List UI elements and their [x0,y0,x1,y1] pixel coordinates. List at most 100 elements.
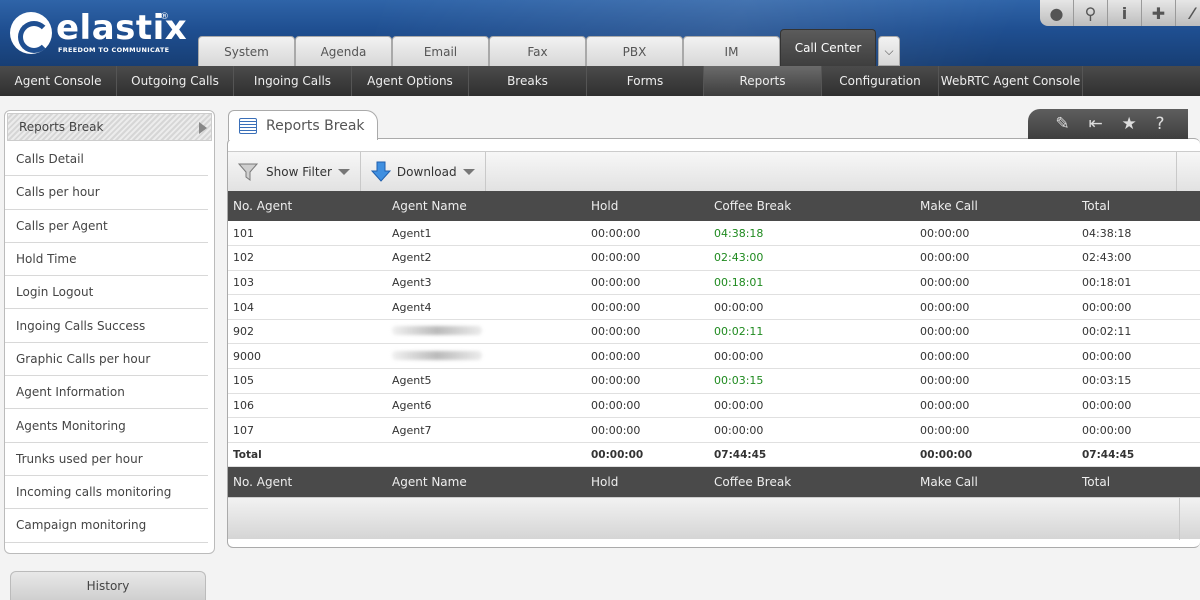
nav-item-configuration[interactable]: Configuration [822,66,939,96]
table-cell: 00:00:00 [586,417,709,443]
table-cell: 102 [228,245,387,271]
sidebar-item-reports-break[interactable]: Reports Break [7,113,212,141]
column-header-make-call[interactable]: Make Call [915,466,1077,497]
nav-item-reports[interactable]: Reports [704,66,822,96]
drop-icon[interactable]: ● [1040,0,1074,26]
nav-item-agent-console[interactable]: Agent Console [0,66,117,96]
sidebar-item-graphic-calls-per-hour[interactable]: Graphic Calls per hour [5,343,208,377]
more-modules-chevron-icon[interactable]: ⌵ [878,36,900,66]
total-cell: 00:00:00 [915,442,1077,468]
elastix-logo[interactable]: elastix ® FREEDOM TO COMMUNICATE [8,8,188,60]
sidebar-item-agents-monitoring[interactable]: Agents Monitoring [5,409,208,443]
table-cell: Agent4 [387,294,586,320]
column-header-hold[interactable]: Hold [586,191,709,221]
table-cell: 105 [228,368,387,394]
table-cell: 00:00:00 [915,417,1077,443]
column-header-total[interactable]: Total [1077,466,1200,497]
module-tab-email[interactable]: Email [392,36,489,66]
show-filter-label: Show Filter [266,164,332,179]
nav-item-webrtc-agent-console[interactable]: WebRTC Agent Console [939,66,1083,96]
column-header-agent-name[interactable]: Agent Name [387,466,586,497]
column-header-no-agent[interactable]: No. Agent [228,466,387,497]
column-header-coffee-break[interactable]: Coffee Break [709,466,915,497]
module-tab-agenda[interactable]: Agenda [295,36,392,66]
column-header-agent-name[interactable]: Agent Name [387,191,586,221]
nav-item-forms[interactable]: Forms [587,66,704,96]
module-tab-system[interactable]: System [198,36,295,66]
help-icon[interactable]: ? [1156,114,1165,134]
download-button[interactable]: Download [361,151,486,192]
collapse-icon[interactable]: ⇤ [1088,114,1102,134]
table-cell: 00:00:00 [709,343,915,370]
sidebar-item-calls-detail[interactable]: Calls Detail [5,143,208,177]
chevron-down-icon [337,168,350,175]
search-icon[interactable]: ⚲ [1074,0,1108,26]
table-cell: 00:18:01 [1077,270,1200,296]
table-cell: 02:43:00 [1077,245,1200,271]
column-header-coffee-break[interactable]: Coffee Break [709,191,915,221]
table-cell: 9000 [228,343,387,370]
funnel-icon [238,163,258,181]
redacted-name [392,326,482,336]
info-icon[interactable]: i [1108,0,1142,26]
table-header-row: No. Agent Agent Name Hold Coffee Break Make … [228,191,1200,221]
sidebar-item-ingoing-calls-success[interactable]: Ingoing Calls Success [5,309,208,343]
callcenter-nav: Agent Console Outgoing Calls Ingoing Calls… [0,66,1200,96]
column-header-no-agent[interactable]: No. Agent [228,191,387,221]
sidebar-item-hold-time[interactable]: Hold Time [5,243,208,277]
sidebar-item-label: Graphic Calls per hour [16,351,151,366]
sidebar-item-login-logout[interactable]: Login Logout [5,276,208,310]
show-filter-button[interactable]: Show Filter [228,151,361,192]
sidebar-item-agent-information[interactable]: Agent Information [5,376,208,410]
nav-item-agent-options[interactable]: Agent Options [352,66,469,96]
sidebar-item-calls-per-agent[interactable]: Calls per Agent [5,210,208,243]
module-tab-im[interactable]: IM [683,36,780,66]
list-icon [239,117,257,134]
table-row: 106 Agent6 00:00:00 00:00:00 00:00:00 00:00:0… [228,393,1200,419]
sidebar-item-label: Agents Monitoring [16,418,126,433]
nav-item-ingoing-calls[interactable]: Ingoing Calls [234,66,352,96]
table-cell: 00:00:00 [915,270,1077,296]
nav-item-breaks[interactable]: Breaks [469,66,587,96]
user-icon[interactable]: ⁄ [1176,0,1200,26]
module-tab-call-center[interactable]: Call Center [780,29,876,66]
filter-bar: Show Filter Download [228,151,1200,192]
table-cell: 00:00:00 [586,245,709,271]
table-row: 102 Agent2 00:00:00 02:43:00 00:00:00 02:43:0… [228,245,1200,271]
sidebar-item-label: Reports Break [19,120,104,134]
table-row: 9000 00:00:00 00:00:00 00:00:00 00:00:00 [228,343,1200,370]
edit-icon[interactable]: ✎ [1055,114,1069,134]
sidebar-item-incoming-calls-monitoring[interactable]: Incoming calls monitoring [5,476,208,510]
table-cell: Agent2 [387,245,586,271]
redacted-name [392,350,482,360]
table-cell: 00:00:00 [915,221,1077,247]
nav-item-outgoing-calls[interactable]: Outgoing Calls [117,66,234,96]
total-cell: 00:00:00 [586,442,709,468]
reports-break-table: No. Agent Agent Name Hold Coffee Break Make … [228,191,1200,497]
table-cell: 101 [228,221,387,247]
table-row: 105 Agent5 00:00:00 00:03:15 00:00:00 00:03:1… [228,368,1200,394]
table-cell: Agent5 [387,368,586,394]
history-button[interactable]: History [10,571,206,600]
star-icon[interactable]: ★ [1121,114,1136,134]
puzzle-icon[interactable]: ✚ [1142,0,1176,26]
module-tab-fax[interactable]: Fax [489,36,586,66]
column-header-total[interactable]: Total [1077,191,1200,221]
table-row: 107 Agent7 00:00:00 00:00:00 00:00:00 00:00:0… [228,417,1200,443]
sidebar-item-trunks-used-per-hour[interactable]: Trunks used per hour [5,443,208,476]
table-cell: 00:00:00 [586,319,709,345]
sidebar-item-campaign-monitoring[interactable]: Campaign monitoring [5,509,208,543]
table-total-row: Total 00:00:00 07:44:45 00:00:00 07:44:45 [228,442,1200,468]
column-header-make-call[interactable]: Make Call [915,191,1077,221]
module-tab-pbx[interactable]: PBX [586,36,683,66]
table-cell: 04:38:18 [1077,221,1200,247]
sidebar-item-label: Trunks used per hour [16,451,143,466]
table-row: 103 Agent3 00:00:00 00:18:01 00:00:00 00:18:0… [228,270,1200,296]
sidebar-item-calls-per-hour[interactable]: Calls per hour [5,176,208,210]
column-header-hold[interactable]: Hold [586,466,709,497]
table-cell: 00:00:00 [915,319,1077,345]
sidebar-item-label: Calls per Agent [16,218,108,233]
table-cell: 00:00:00 [709,294,915,320]
table-cell: 00:00:00 [915,393,1077,419]
table-cell: Agent7 [387,417,586,443]
